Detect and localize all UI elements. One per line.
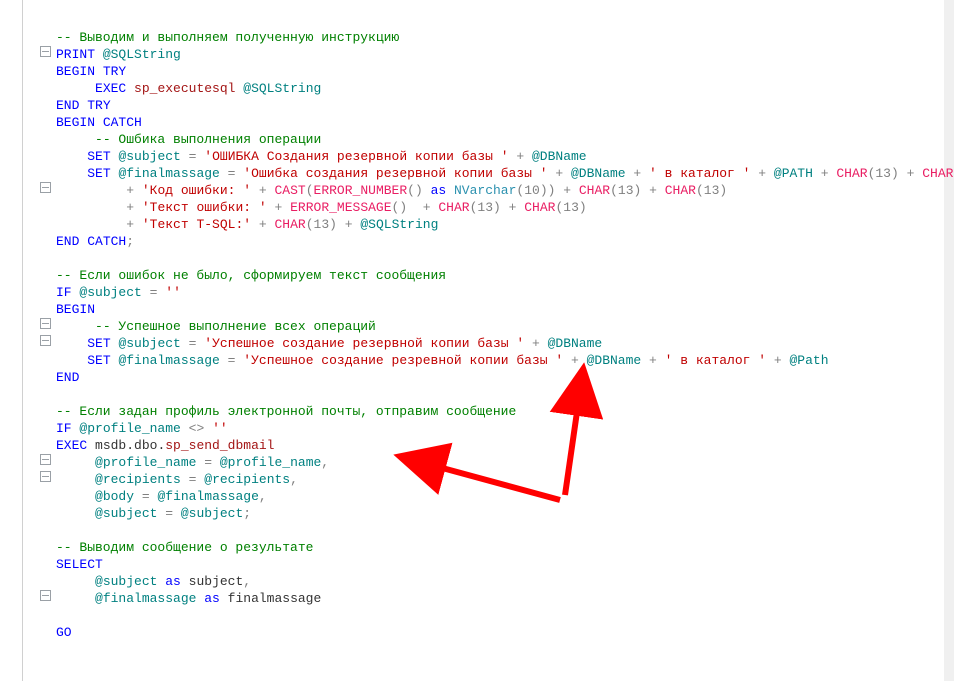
code-keyword: EXEC <box>56 438 87 453</box>
code-variable: @DBName <box>532 149 587 164</box>
code-string: 'Успешное создание резревной копии базы … <box>243 353 563 368</box>
code-comment: -- Если ошибок не было, сформируем текст… <box>56 268 446 283</box>
code-comment: -- Ошбика выполнения операции <box>95 132 321 147</box>
code-comment: -- Успешное выполнение всех операций <box>95 319 376 334</box>
code-keyword: CATCH <box>87 234 126 249</box>
code-keyword: SET <box>87 166 110 181</box>
code-func: CAST <box>275 183 306 198</box>
code-proc: sp_executesql <box>134 81 235 96</box>
gutter <box>0 0 23 681</box>
code-keyword: END <box>56 98 79 113</box>
code-keyword: IF <box>56 285 72 300</box>
code-keyword: GO <box>56 625 72 640</box>
code-comment: -- Выводим сообщение о результате <box>56 540 313 555</box>
code-variable: @SQLString <box>243 81 321 96</box>
code-variable: @subject <box>118 149 180 164</box>
code-keyword: BEGIN <box>56 115 95 130</box>
code-string: 'Успешное создание резервной копии базы … <box>204 336 524 351</box>
code-keyword: IF <box>56 421 72 436</box>
code-string: 'ОШИБКА Создания резервной копии базы ' <box>204 149 508 164</box>
code-area[interactable]: -- Выводим и выполняем полученную инстру… <box>22 12 954 641</box>
code-keyword: SELECT <box>56 557 103 572</box>
code-keyword: SET <box>87 149 110 164</box>
code-keyword: BEGIN <box>56 302 95 317</box>
code-proc: sp_send_dbmail <box>165 438 274 453</box>
code-keyword: CATCH <box>103 115 142 130</box>
code-keyword: END <box>56 234 79 249</box>
code-func: CHAR <box>922 166 953 181</box>
code-keyword: PRINT <box>56 47 95 62</box>
code-string: 'Ошибка создания резервной копии базы ' <box>243 166 547 181</box>
code-func: ERROR_NUMBER <box>314 183 408 198</box>
code-keyword: EXEC <box>95 81 126 96</box>
code-variable: @SQLString <box>103 47 181 62</box>
code-keyword: BEGIN <box>56 64 95 79</box>
code-func: CHAR <box>836 166 867 181</box>
code-string: 'Текст ошибки: ' <box>142 200 267 215</box>
code-comment: -- Если задан профиль электронной почты,… <box>56 404 516 419</box>
code-keyword: TRY <box>103 64 126 79</box>
code-comment: -- Выводим и выполняем полученную инстру… <box>56 30 399 45</box>
code-editor: -- Выводим и выполняем полученную инстру… <box>0 0 954 681</box>
code-keyword: TRY <box>87 98 110 113</box>
code-variable: @finalmassage <box>118 166 219 181</box>
code-string: 'Текст T-SQL:' <box>142 217 251 232</box>
code-func: ERROR_MESSAGE <box>290 200 391 215</box>
code-string: 'Код ошибки: ' <box>142 183 251 198</box>
code-keyword: END <box>56 370 79 385</box>
